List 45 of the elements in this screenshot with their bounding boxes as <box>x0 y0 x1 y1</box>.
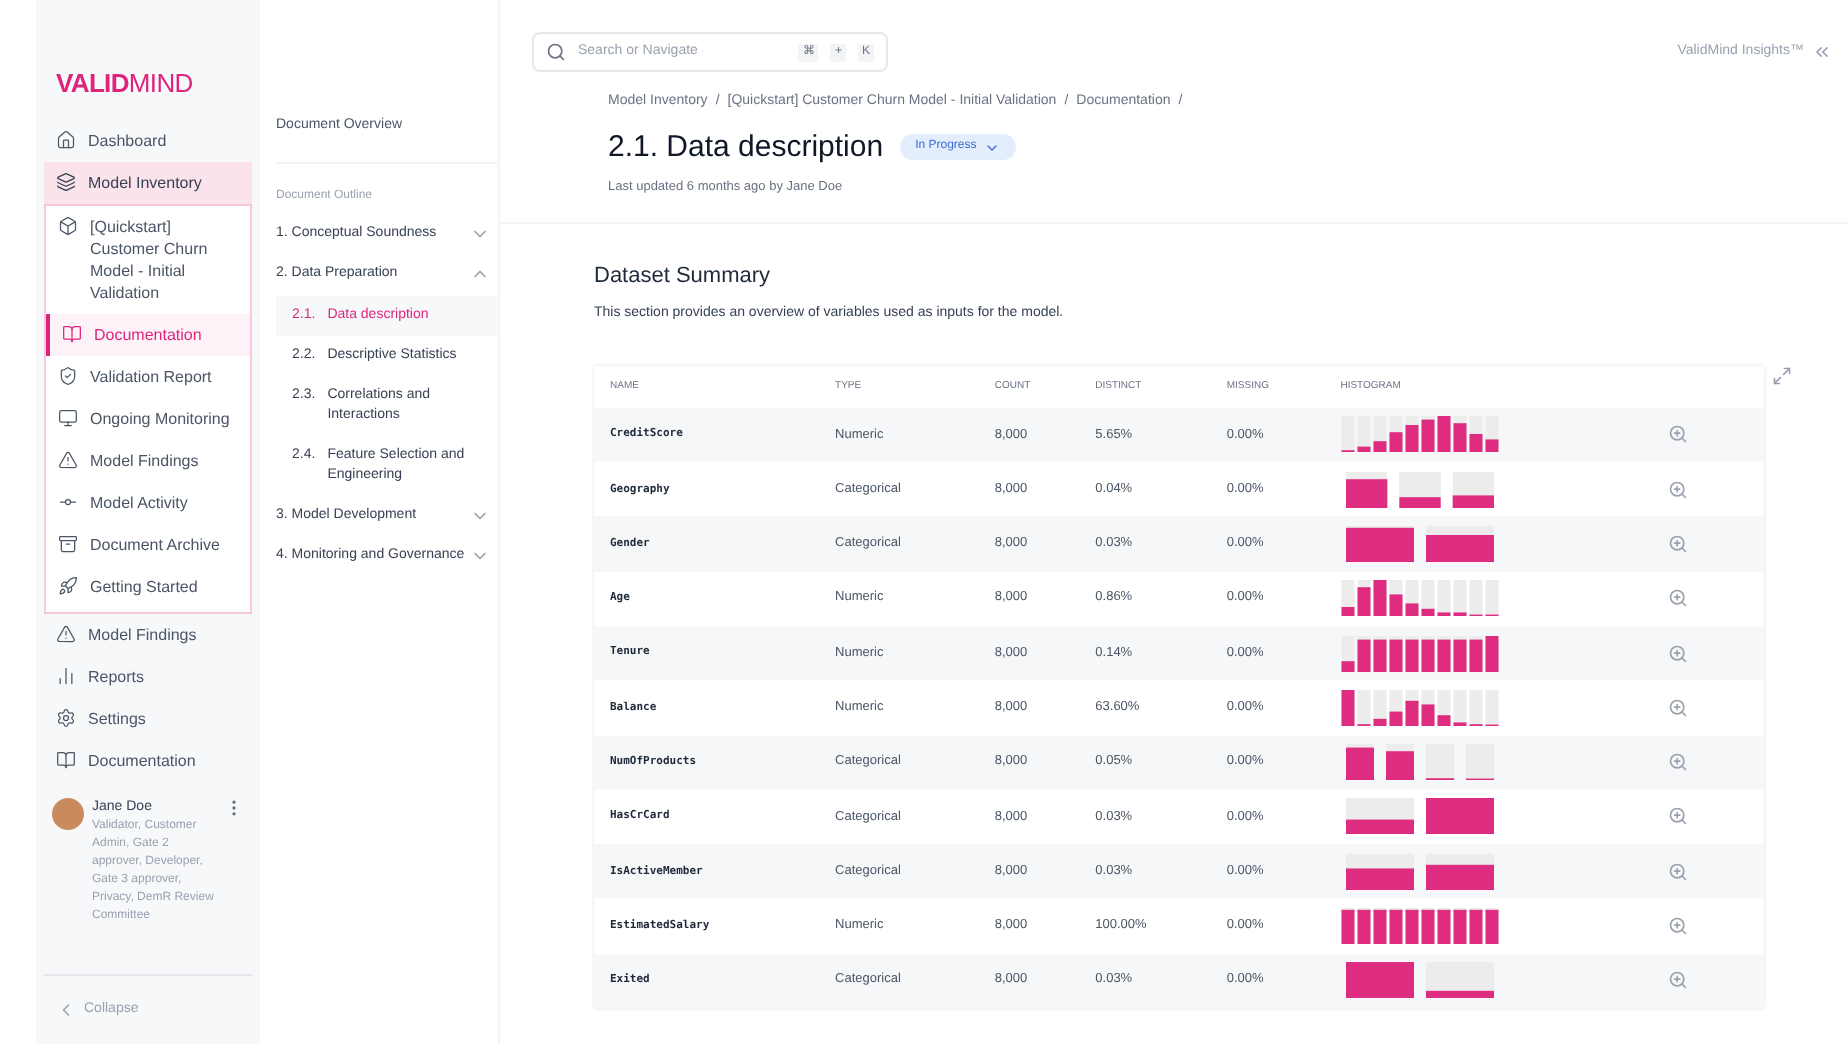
zoom-icon[interactable] <box>1668 752 1688 773</box>
zoom-icon[interactable] <box>1668 806 1688 827</box>
nav-item[interactable]: Documentation <box>46 313 250 355</box>
avatar <box>52 797 84 829</box>
nav-item[interactable]: Documentation <box>44 739 252 781</box>
nav-item[interactable]: Validation Report <box>46 355 250 397</box>
nav-icon <box>58 365 78 385</box>
panel-icon[interactable] <box>1812 42 1832 62</box>
logo: VALIDMIND <box>54 66 195 102</box>
expand-icon[interactable] <box>1772 365 1792 386</box>
nav-icon <box>56 707 76 727</box>
nav-item[interactable]: Model Findings <box>46 439 250 481</box>
page-title: 2.1. Data description <box>608 127 884 167</box>
zoom-icon[interactable] <box>1668 643 1688 664</box>
zoom-icon[interactable] <box>1668 970 1688 991</box>
zoom-icon[interactable] <box>1668 424 1688 445</box>
section-title: Dataset Summary <box>594 261 773 292</box>
nav-icon <box>58 215 78 235</box>
zoom-icon[interactable] <box>1668 588 1688 609</box>
nav-item[interactable]: Getting Started <box>46 565 250 607</box>
nav-item[interactable]: Settings <box>44 697 252 739</box>
nav-item[interactable]: Document Archive <box>46 523 250 565</box>
nav-item[interactable]: [Quickstart] Customer Churn Model - Initial Validation <box>46 205 250 313</box>
zoom-icon[interactable] <box>1668 479 1688 500</box>
nav-icon <box>62 323 82 343</box>
nav-item[interactable]: Dashboard <box>44 119 252 161</box>
search-icon <box>546 42 566 62</box>
nav-icon <box>58 575 78 595</box>
nav-icon <box>56 129 76 149</box>
zoom-icon[interactable] <box>1668 916 1688 937</box>
nav-item[interactable]: Model Activity <box>46 481 250 523</box>
nav-item[interactable]: Model Findings <box>44 613 252 655</box>
nav-icon <box>56 171 76 191</box>
nav-icon <box>58 533 78 553</box>
nav-icon <box>56 623 76 643</box>
nav-icon <box>58 407 78 427</box>
zoom-icon[interactable] <box>1668 533 1688 554</box>
nav-item[interactable]: Ongoing Monitoring <box>46 397 250 439</box>
zoom-icon[interactable] <box>1668 697 1688 718</box>
zoom-icon[interactable] <box>1668 861 1688 882</box>
nav-item[interactable]: Model Inventory <box>44 161 252 203</box>
nav-icon <box>56 665 76 685</box>
nav-icon <box>56 749 76 769</box>
nav-item[interactable]: Reports <box>44 655 252 697</box>
nav-icon <box>58 449 78 469</box>
